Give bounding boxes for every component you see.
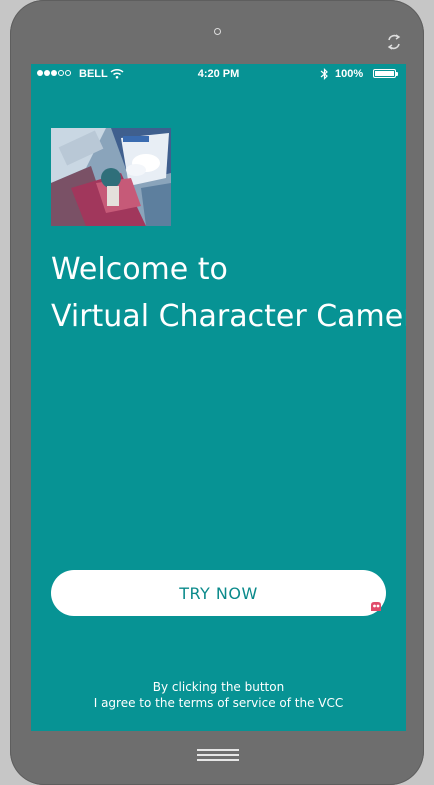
- battery-percentage: 100%: [335, 68, 364, 80]
- phone-frame: BELL 4:20 PM 100% Welcome to Virtual Cha…: [0, 0, 434, 785]
- welcome-line-2: Virtual Character Camera: [51, 299, 406, 334]
- home-button[interactable]: [197, 749, 239, 763]
- bluetooth-icon: [320, 68, 328, 80]
- welcome-heading: Welcome to Virtual Character Camera: [51, 246, 406, 340]
- terms-line-2: I agree to the terms of service of the V…: [93, 696, 344, 710]
- badge-icon: [371, 602, 381, 611]
- app-hero-image: [51, 128, 171, 226]
- status-bar: BELL 4:20 PM 100%: [31, 64, 406, 84]
- terms-notice: By clicking the button I agree to the te…: [31, 679, 406, 711]
- battery-icon: [373, 69, 396, 78]
- welcome-line-1: Welcome to: [51, 252, 228, 287]
- battery-tip: [396, 72, 398, 76]
- terms-line-1: By clicking the button: [152, 680, 285, 694]
- rotate-icon[interactable]: [385, 33, 403, 51]
- app-screen: BELL 4:20 PM 100% Welcome to Virtual Cha…: [31, 64, 406, 731]
- try-now-button[interactable]: TRY NOW: [51, 570, 386, 616]
- camera-icon: [214, 28, 221, 35]
